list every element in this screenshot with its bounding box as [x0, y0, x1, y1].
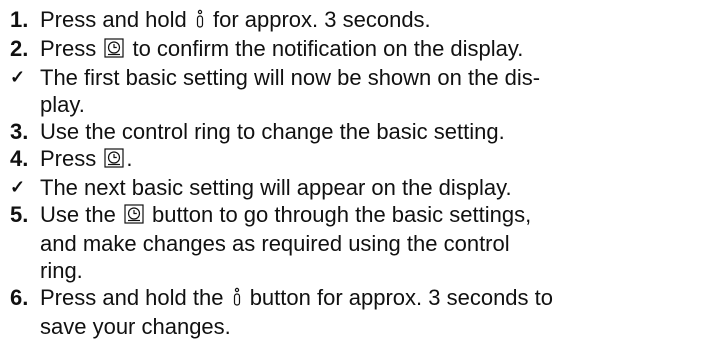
step-text: Use the button to go through the basic s… [40, 202, 532, 283]
step-number: 1. [10, 7, 29, 32]
step-text: Press . [40, 145, 700, 174]
step-1: 1. Press and hold for approx. 3 seconds. [10, 6, 700, 35]
result-1: ✓ The first basic setting will now be sh… [10, 64, 700, 118]
step-number: 3. [10, 119, 29, 144]
clock-button-icon [124, 203, 144, 230]
step-text: Press and hold the button for approx. 3 … [40, 285, 553, 339]
info-button-icon [232, 286, 242, 313]
step-3: 3. Use the control ring to change the ba… [10, 118, 700, 145]
step-number: 2. [10, 36, 29, 61]
result-2: ✓ The next basic setting will appear on … [10, 174, 700, 201]
step-text: Press to confirm the notification on the… [40, 35, 700, 64]
step-text: Use the control ring to change the basic… [40, 119, 505, 144]
result-text: The first basic setting will now be show… [40, 65, 541, 117]
info-button-icon [195, 8, 205, 35]
step-text: Press and hold for approx. 3 seconds. [40, 6, 700, 35]
clock-button-icon [104, 147, 124, 174]
check-icon: ✓ [10, 67, 26, 87]
step-number: 5. [10, 202, 29, 227]
step-6: 6. Press and hold the button for approx.… [10, 284, 700, 340]
step-5: 5. Use the button to go through the basi… [10, 201, 700, 284]
result-text: The next basic setting will appear on th… [40, 175, 512, 200]
check-icon: ✓ [10, 177, 26, 197]
step-4: 4. Press . [10, 145, 700, 174]
step-2: 2. Press to confirm the notification on … [10, 35, 700, 64]
step-number: 6. [10, 285, 29, 310]
clock-button-icon [104, 37, 124, 64]
instruction-list: 1. Press and hold for approx. 3 seconds.… [0, 0, 708, 362]
step-number: 4. [10, 146, 29, 171]
